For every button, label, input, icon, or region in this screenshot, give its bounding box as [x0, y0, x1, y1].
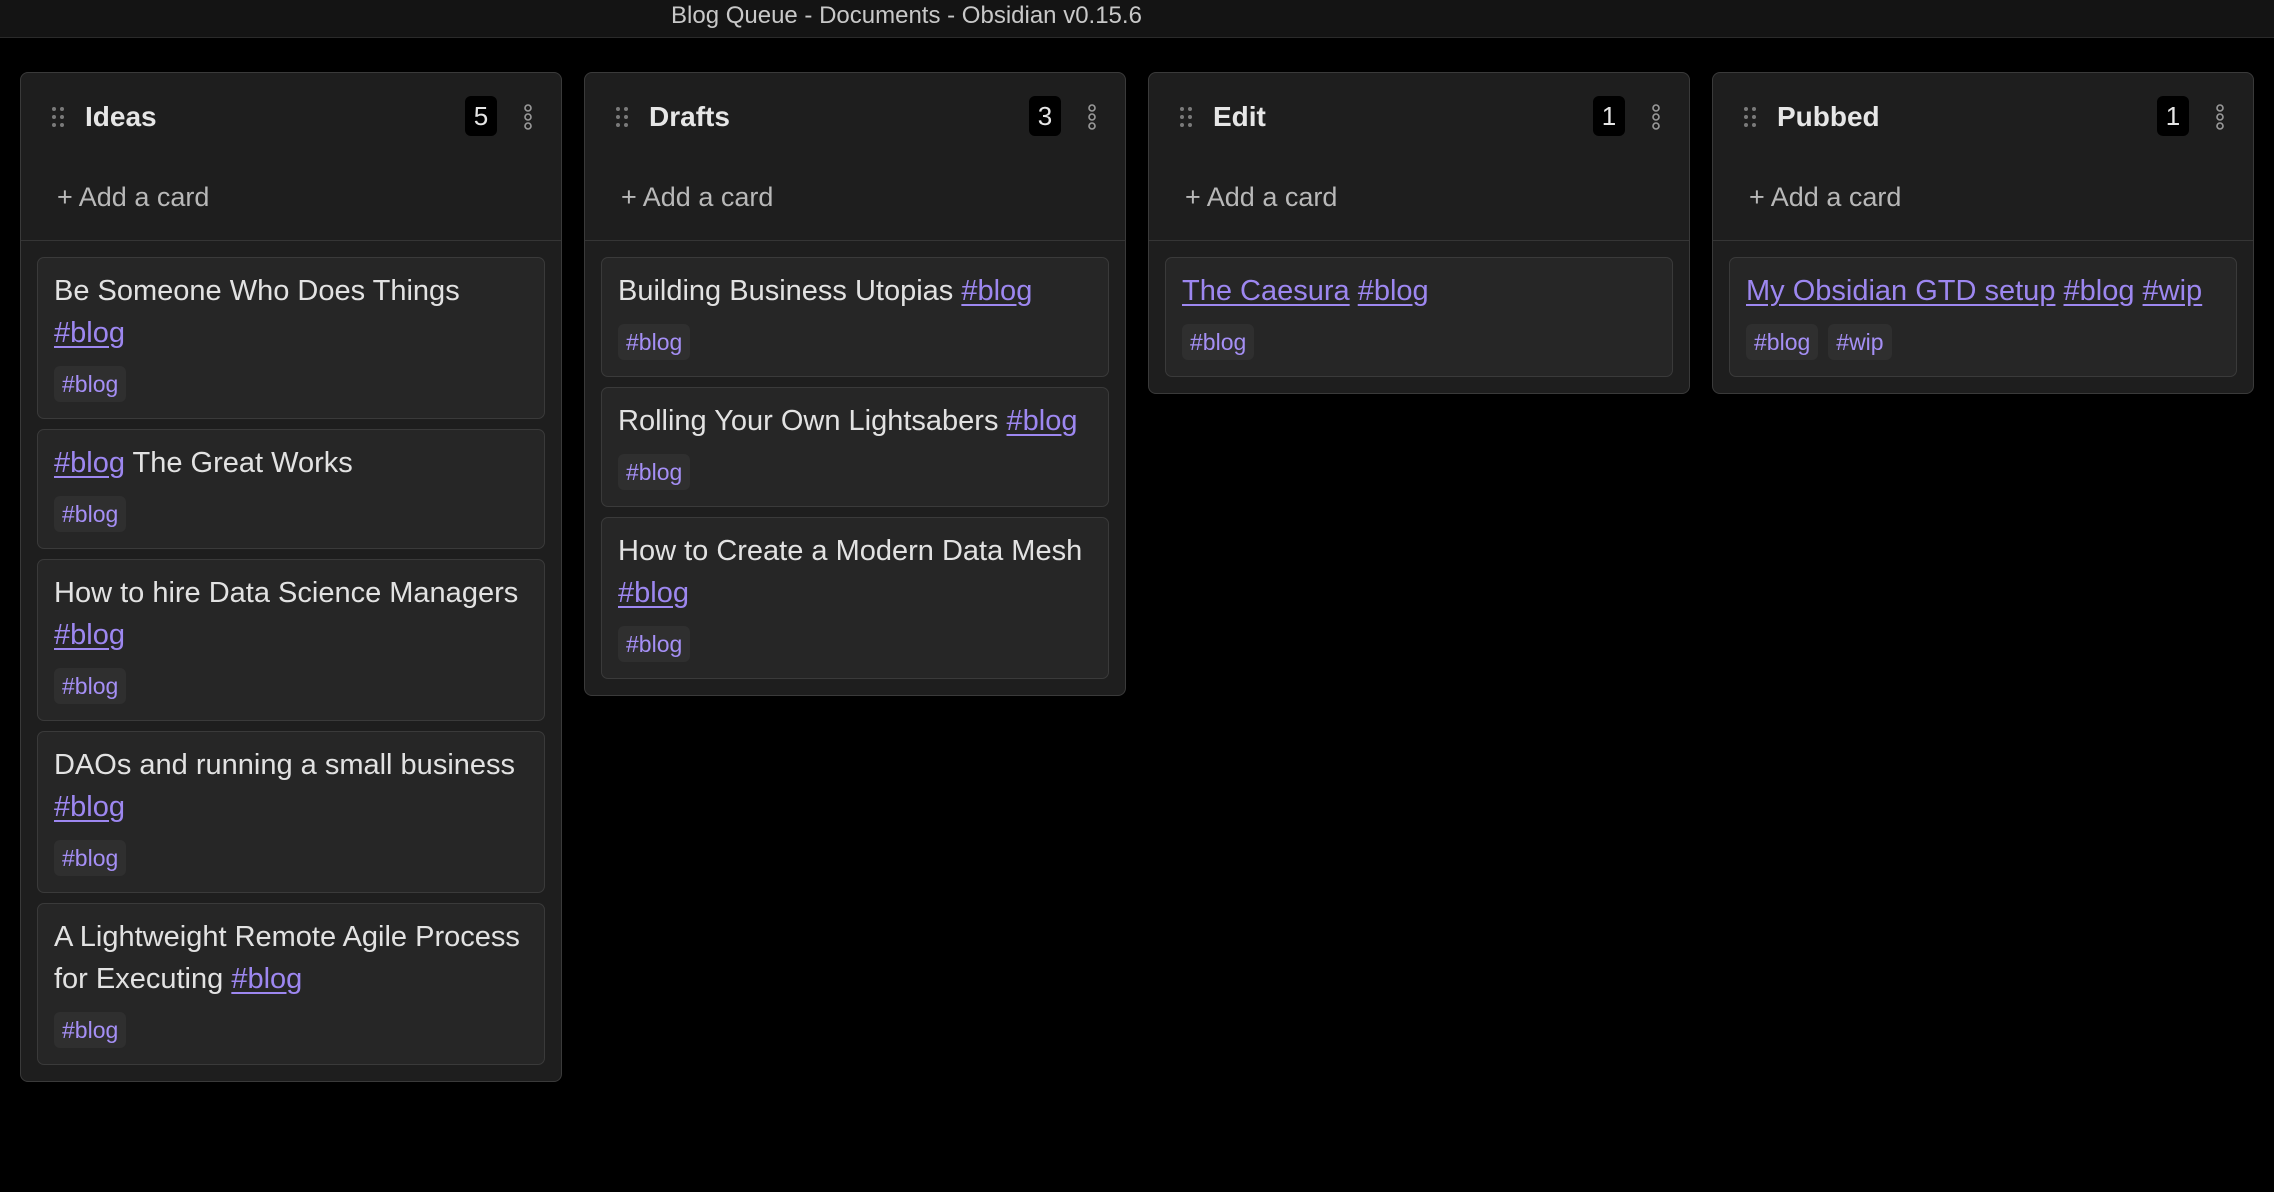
card-link[interactable]: #blog [231, 963, 302, 995]
card-tags: #blog [1182, 324, 1656, 364]
card-tags: #blog [54, 496, 528, 536]
lane-drafts: Drafts 3 + Add a card Building Business Uto… [584, 72, 1126, 696]
card-link[interactable]: #blog [961, 275, 1032, 307]
tag-pill[interactable]: #blog [54, 668, 127, 704]
add-card-button[interactable]: + Add a card [621, 177, 773, 217]
card-title: Building Business Utopias #blog [618, 270, 1092, 312]
lane-header: Pubbed 1 + Add a card [1713, 73, 2253, 241]
card-title: The Caesura #blog [1182, 270, 1656, 312]
tag-pill[interactable]: #blog [1182, 324, 1255, 360]
card-title: Be Someone Who Does Things #blog [54, 270, 528, 354]
card-title-text [1350, 275, 1358, 307]
kanban-card[interactable]: How to hire Data Science Managers #blog #… [37, 559, 545, 721]
lane-title: Edit [1213, 101, 1266, 132]
card-title-text: Be Someone Who Does Things [54, 275, 460, 307]
card-link[interactable]: #wip [2143, 275, 2203, 307]
card-title: How to hire Data Science Managers #blog [54, 572, 528, 656]
kanban-board: Ideas 5 + Add a card Be Someone Who Does Th… [20, 72, 2254, 1082]
card-tags: #blog [54, 668, 528, 708]
lane-items: The Caesura #blog #blog [1149, 241, 1689, 393]
card-link[interactable]: #blog [54, 317, 125, 349]
card-title: Rolling Your Own Lightsabers #blog [618, 400, 1092, 442]
lane-count-badge: 5 [465, 96, 497, 136]
card-title: My Obsidian GTD setup #blog #wip [1746, 270, 2220, 312]
grip-vertical-icon[interactable] [51, 106, 65, 128]
lane-title: Pubbed [1777, 101, 1880, 132]
card-link[interactable]: #blog [1007, 405, 1078, 437]
more-vertical-icon[interactable] [1651, 103, 1661, 131]
lane-title: Drafts [649, 101, 730, 132]
card-link[interactable]: #blog [54, 447, 125, 479]
grip-vertical-icon[interactable] [1743, 106, 1757, 128]
lane-pubbed: Pubbed 1 + Add a card My Obsidian GTD setup… [1712, 72, 2254, 394]
grip-vertical-icon[interactable] [615, 106, 629, 128]
lane-items: Building Business Utopias #blog #blog Roll… [585, 241, 1125, 695]
lane-ideas: Ideas 5 + Add a card Be Someone Who Does Th… [20, 72, 562, 1082]
lane-header: Drafts 3 + Add a card [585, 73, 1125, 241]
kanban-card[interactable]: A Lightweight Remote Agile Process for E… [37, 903, 545, 1065]
lane-count-badge: 3 [1029, 96, 1061, 136]
card-link[interactable]: #blog [1358, 275, 1429, 307]
tag-pill[interactable]: #blog [54, 366, 127, 402]
card-tags: #blog [54, 366, 528, 406]
lane-count-badge: 1 [1593, 96, 1625, 136]
kanban-card[interactable]: Be Someone Who Does Things #blog #blog [37, 257, 545, 419]
card-title-text [2055, 275, 2063, 307]
card-link[interactable]: My Obsidian GTD setup [1746, 275, 2055, 307]
card-title-text: The Great Works [124, 447, 353, 479]
more-vertical-icon[interactable] [1087, 103, 1097, 131]
card-title: How to Create a Modern Data Mesh #blog [618, 530, 1092, 614]
card-title: #blog The Great Works [54, 442, 528, 484]
card-title-text: How to hire Data Science Managers [54, 577, 519, 609]
lane-header: Ideas 5 + Add a card [21, 73, 561, 241]
kanban-card[interactable]: Rolling Your Own Lightsabers #blog #blog [601, 387, 1109, 507]
card-tags: #blog [618, 324, 1092, 364]
card-title-text: DAOs and running a small business [54, 749, 516, 781]
window-titlebar: Blog Queue - Documents - Obsidian v0.15.… [0, 0, 2274, 38]
card-title: A Lightweight Remote Agile Process for E… [54, 916, 528, 1000]
tag-pill[interactable]: #blog [54, 496, 127, 532]
tag-pill[interactable]: #blog [54, 840, 127, 876]
card-link[interactable]: #blog [2064, 275, 2135, 307]
kanban-card[interactable]: The Caesura #blog #blog [1165, 257, 1673, 377]
card-title-text: Building Business Utopias [618, 275, 962, 307]
tag-pill[interactable]: #blog [1746, 324, 1819, 360]
tag-pill[interactable]: #wip [1828, 324, 1892, 360]
card-link[interactable]: #blog [54, 619, 125, 651]
kanban-card[interactable]: My Obsidian GTD setup #blog #wip #blog #wi… [1729, 257, 2237, 377]
add-card-button[interactable]: + Add a card [57, 177, 209, 217]
more-vertical-icon[interactable] [523, 103, 533, 131]
tag-pill[interactable]: #blog [618, 454, 691, 490]
kanban-card[interactable]: How to Create a Modern Data Mesh #blog #b… [601, 517, 1109, 679]
card-tags: #blog [618, 454, 1092, 494]
lane-items: Be Someone Who Does Things #blog #blog #bl… [21, 241, 561, 1081]
lane-count-badge: 1 [2157, 96, 2189, 136]
card-tags: #blog #wip [1746, 324, 2220, 364]
card-link[interactable]: The Caesura [1182, 275, 1350, 307]
card-title-text: Rolling Your Own Lightsabers [618, 405, 1007, 437]
add-card-button[interactable]: + Add a card [1185, 177, 1337, 217]
kanban-card[interactable]: #blog The Great Works #blog [37, 429, 545, 549]
card-title: DAOs and running a small business #blog [54, 744, 528, 828]
tag-pill[interactable]: #blog [618, 324, 691, 360]
card-link[interactable]: #blog [618, 577, 689, 609]
tag-pill[interactable]: #blog [54, 1012, 127, 1048]
card-tags: #blog [618, 626, 1092, 666]
card-link[interactable]: #blog [54, 791, 125, 823]
lane-title: Ideas [85, 101, 157, 132]
lane-items: My Obsidian GTD setup #blog #wip #blog #wi… [1713, 241, 2253, 393]
lane-edit: Edit 1 + Add a card The Caesura #blog #blog [1148, 72, 1690, 394]
kanban-card[interactable]: Building Business Utopias #blog #blog [601, 257, 1109, 377]
card-tags: #blog [54, 840, 528, 880]
add-card-button[interactable]: + Add a card [1749, 177, 1901, 217]
card-tags: #blog [54, 1012, 528, 1052]
card-title-text: How to Create a Modern Data Mesh [618, 535, 1083, 567]
grip-vertical-icon[interactable] [1179, 106, 1193, 128]
tag-pill[interactable]: #blog [618, 626, 691, 662]
card-title-text [2134, 275, 2142, 307]
more-vertical-icon[interactable] [2215, 103, 2225, 131]
lane-header: Edit 1 + Add a card [1149, 73, 1689, 241]
window-title: Blog Queue - Documents - Obsidian v0.15.… [671, 2, 1142, 29]
kanban-card[interactable]: DAOs and running a small business #blog #… [37, 731, 545, 893]
